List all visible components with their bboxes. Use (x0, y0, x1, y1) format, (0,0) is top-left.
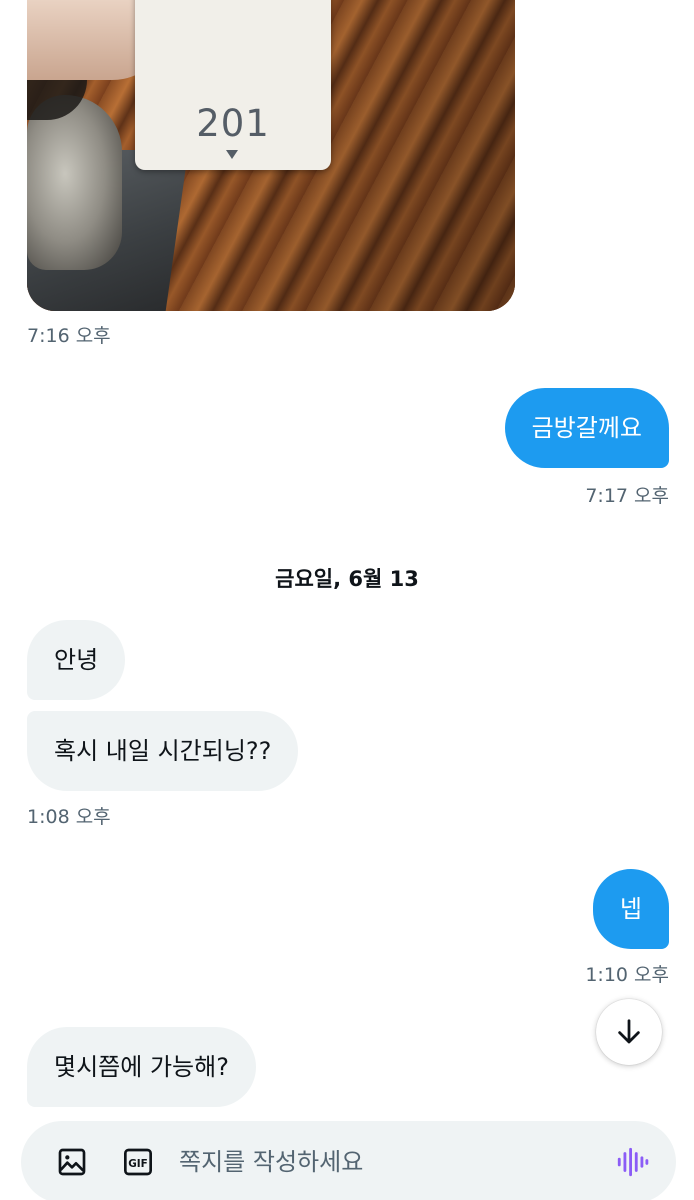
image-icon[interactable] (55, 1145, 89, 1179)
message-timestamp: 1:08 오후 (27, 806, 111, 828)
message-input[interactable] (179, 1121, 599, 1200)
message-bubble-outgoing[interactable]: 금방갈께요 (504, 388, 669, 468)
arrow-down-icon (618, 1019, 640, 1044)
received-photo[interactable]: 201 (27, 0, 515, 311)
message-timestamp: 1:10 오후 (585, 964, 669, 986)
date-divider: 금요일, 6월 13 (275, 567, 419, 591)
message-bubble-outgoing[interactable]: 넵 (592, 869, 669, 949)
message-timestamp: 7:16 오후 (27, 325, 111, 347)
photo-room-key-card: 201 (135, 0, 331, 170)
card-arrow-icon (226, 150, 238, 159)
scroll-to-bottom-button[interactable] (596, 999, 662, 1065)
dm-conversation: 201 7:16 오후 금방갈께요 7:17 오후 금요일, 6월 13 안녕 … (0, 0, 694, 1200)
message-bubble-incoming[interactable]: 안녕 (27, 620, 126, 700)
message-bubble-incoming[interactable]: 혹시 내일 시간되닝?? (27, 711, 299, 791)
voice-icon[interactable] (615, 1145, 649, 1179)
gif-label: GIF (128, 1158, 148, 1170)
message-bubble-incoming[interactable]: 몇시쯤에 가능해? (27, 1027, 256, 1107)
message-timestamp: 7:17 오후 (585, 485, 669, 507)
gif-icon[interactable]: GIF (121, 1145, 155, 1179)
message-composer: GIF (21, 1121, 676, 1200)
photo-shoe (27, 95, 122, 270)
